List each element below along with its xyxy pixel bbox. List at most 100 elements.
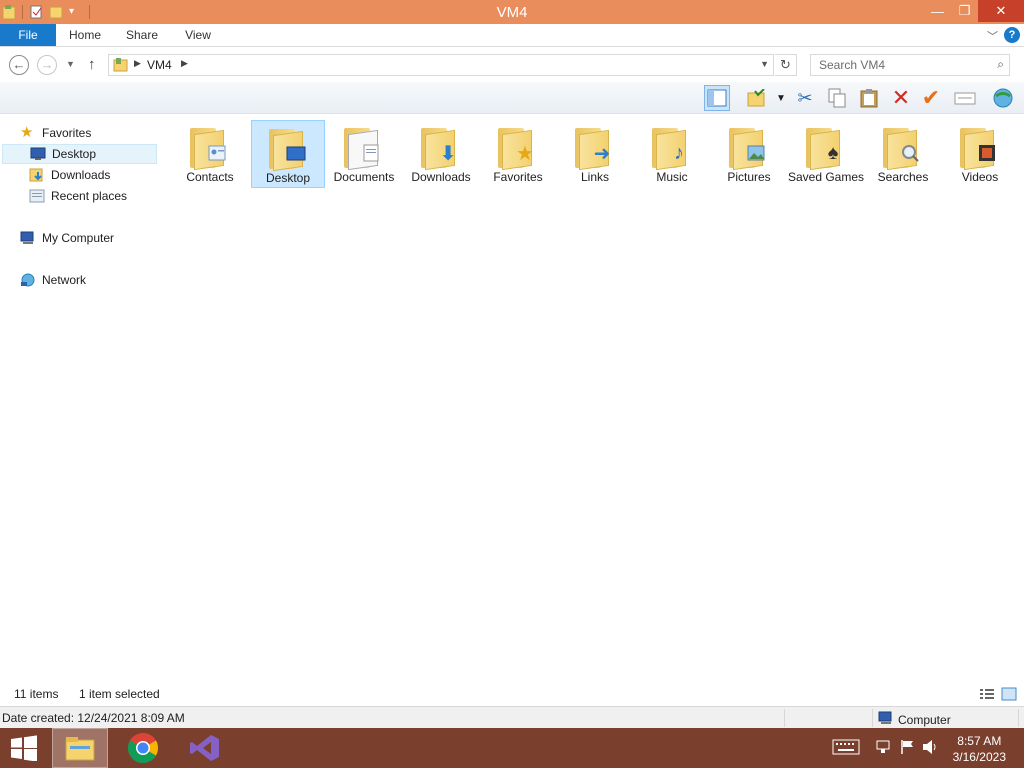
copy-icon[interactable]	[824, 85, 850, 111]
sidebar-item-label: My Computer	[42, 231, 115, 245]
folder-documents[interactable]: Documents	[327, 120, 401, 188]
taskbar-file-explorer[interactable]	[52, 728, 108, 768]
large-icons-view-icon[interactable]	[1001, 687, 1017, 701]
address-dropdown-icon[interactable]: ▼	[760, 59, 769, 69]
breadcrumb-arrow-icon[interactable]: ▶	[134, 58, 141, 69]
folder-desktop[interactable]: Desktop	[251, 120, 325, 188]
preview-pane-icon[interactable]	[704, 85, 730, 111]
downloads-icon	[29, 168, 45, 182]
folder-pictures[interactable]: Pictures	[712, 120, 786, 188]
minimize-button[interactable]: —	[924, 0, 951, 22]
favorites-icon: ★	[498, 126, 538, 171]
chevron-down-icon[interactable]: ﹀	[987, 28, 998, 44]
system-clock[interactable]: 8:57 AM 3/16/2023	[953, 733, 1006, 765]
sidebar-item-label: Desktop	[52, 147, 97, 161]
up-button[interactable]: ↑	[88, 56, 96, 73]
zone-indicator: Computer	[878, 711, 951, 728]
chevron-down-icon[interactable]: ▼	[768, 85, 794, 111]
documents-icon	[344, 126, 384, 171]
chrome-icon	[127, 733, 159, 764]
details-bar: Date created: 12/24/2021 8:09 AM Compute…	[0, 706, 1024, 728]
sidebar-item-network[interactable]: Network	[20, 270, 86, 290]
close-button[interactable]: ✕	[978, 0, 1024, 22]
back-button[interactable]: ←	[9, 55, 29, 75]
address-bar[interactable]: ▶ VM4 ▶ ▼	[108, 54, 774, 76]
search-box[interactable]: Search VM4 ⌕	[810, 54, 1010, 76]
sidebar-item-desktop[interactable]: Desktop	[2, 144, 157, 164]
network-globe-icon[interactable]	[990, 85, 1016, 111]
address-toolbar: ← → ▼ ↑ ▶ VM4 ▶ ▼ ↻ Search VM4 ⌕	[0, 48, 1024, 82]
search-icon[interactable]: ⌕	[997, 57, 1004, 72]
recent-places-icon	[29, 189, 45, 203]
selection-count: 1 item selected	[79, 687, 160, 701]
network-icon	[20, 273, 36, 287]
date-created: Date created: 12/24/2021 8:09 AM	[2, 711, 185, 725]
maximize-button[interactable]: ❐	[951, 0, 978, 22]
sidebar-item-my-computer[interactable]: My Computer	[20, 228, 114, 248]
folder-searches[interactable]: Searches	[866, 120, 940, 188]
title-bar: ▾ VM4 — ❐ ✕	[0, 0, 1024, 24]
folder-music[interactable]: ♪ Music	[635, 120, 709, 188]
sidebar-item-label: Recent places	[51, 189, 128, 203]
forward-button[interactable]: →	[37, 55, 57, 75]
recent-locations-button[interactable]: ▼	[66, 59, 75, 69]
ribbon-tabs: File Home Share View ﹀ ?	[0, 24, 1024, 47]
folder-favorites[interactable]: ★ Favorites	[481, 120, 555, 188]
sidebar-item-label: Favorites	[42, 126, 92, 140]
checkmark-icon[interactable]: ✔	[918, 85, 944, 111]
star-icon: ★	[20, 124, 34, 141]
folder-saved-games[interactable]: ♠ Saved Games	[788, 120, 864, 188]
computer-folder-icon	[113, 58, 129, 72]
folder-downloads[interactable]: ⬇ Downloads	[404, 120, 478, 188]
paste-icon[interactable]	[856, 85, 882, 111]
videos-icon	[960, 126, 1000, 171]
desktop-icon	[269, 127, 309, 172]
folder-options-icon[interactable]	[744, 85, 770, 111]
folder-contacts[interactable]: Contacts	[173, 120, 247, 188]
pictures-icon	[729, 126, 769, 171]
network-tray-icon[interactable]	[875, 738, 891, 759]
links-icon: ➜	[575, 126, 615, 171]
volume-icon[interactable]	[921, 738, 939, 759]
cut-icon[interactable]: ✂	[792, 85, 818, 111]
tab-view[interactable]: View	[176, 24, 220, 46]
computer-icon	[878, 711, 894, 728]
folder-links[interactable]: ➜ Links	[558, 120, 632, 188]
rename-icon[interactable]	[952, 85, 978, 111]
tab-file[interactable]: File	[0, 24, 56, 46]
help-icon[interactable]: ?	[1004, 27, 1020, 43]
search-input[interactable]: Search VM4	[819, 58, 885, 72]
tab-share[interactable]: Share	[120, 24, 164, 46]
desktop-icon	[30, 147, 46, 161]
file-list: Contacts Desktop Documents ⬇ Downloads ★…	[160, 114, 1024, 686]
file-explorer-icon	[65, 737, 95, 761]
contacts-icon	[190, 126, 230, 171]
sidebar-item-label: Downloads	[51, 168, 111, 182]
sidebar-item-downloads[interactable]: Downloads	[29, 165, 110, 185]
visual-studio-icon	[190, 735, 219, 761]
tab-home[interactable]: Home	[62, 24, 108, 46]
downloads-icon: ⬇	[421, 126, 461, 171]
navigation-pane: ★ Favorites Desktop Downloads Recent pla…	[0, 114, 160, 686]
sidebar-item-favorites[interactable]: ★ Favorites	[20, 123, 91, 143]
music-icon: ♪	[652, 126, 692, 171]
searches-icon	[883, 126, 923, 171]
action-center-flag-icon[interactable]	[899, 738, 915, 759]
window-title: VM4	[496, 4, 528, 21]
saved-games-icon: ♠	[806, 126, 846, 171]
refresh-button[interactable]: ↻	[775, 54, 797, 76]
breadcrumb-arrow-icon[interactable]: ▶	[181, 58, 188, 69]
taskbar-chrome[interactable]	[115, 728, 171, 768]
clock-date: 3/16/2023	[952, 750, 1006, 764]
keyboard-icon[interactable]	[832, 738, 860, 759]
sidebar-item-recent-places[interactable]: Recent places	[29, 186, 127, 206]
delete-icon[interactable]: ✕	[888, 85, 914, 111]
taskbar-visual-studio[interactable]	[177, 728, 233, 768]
command-toolbar: ▼ ✂ ✕ ✔	[0, 82, 1024, 114]
item-count: 11 items	[14, 687, 59, 701]
start-button[interactable]	[0, 728, 48, 768]
details-view-icon[interactable]	[979, 687, 995, 701]
windows-logo-icon	[11, 735, 37, 761]
breadcrumb-vm4[interactable]: VM4	[147, 58, 172, 72]
folder-videos[interactable]: Videos	[943, 120, 1017, 188]
